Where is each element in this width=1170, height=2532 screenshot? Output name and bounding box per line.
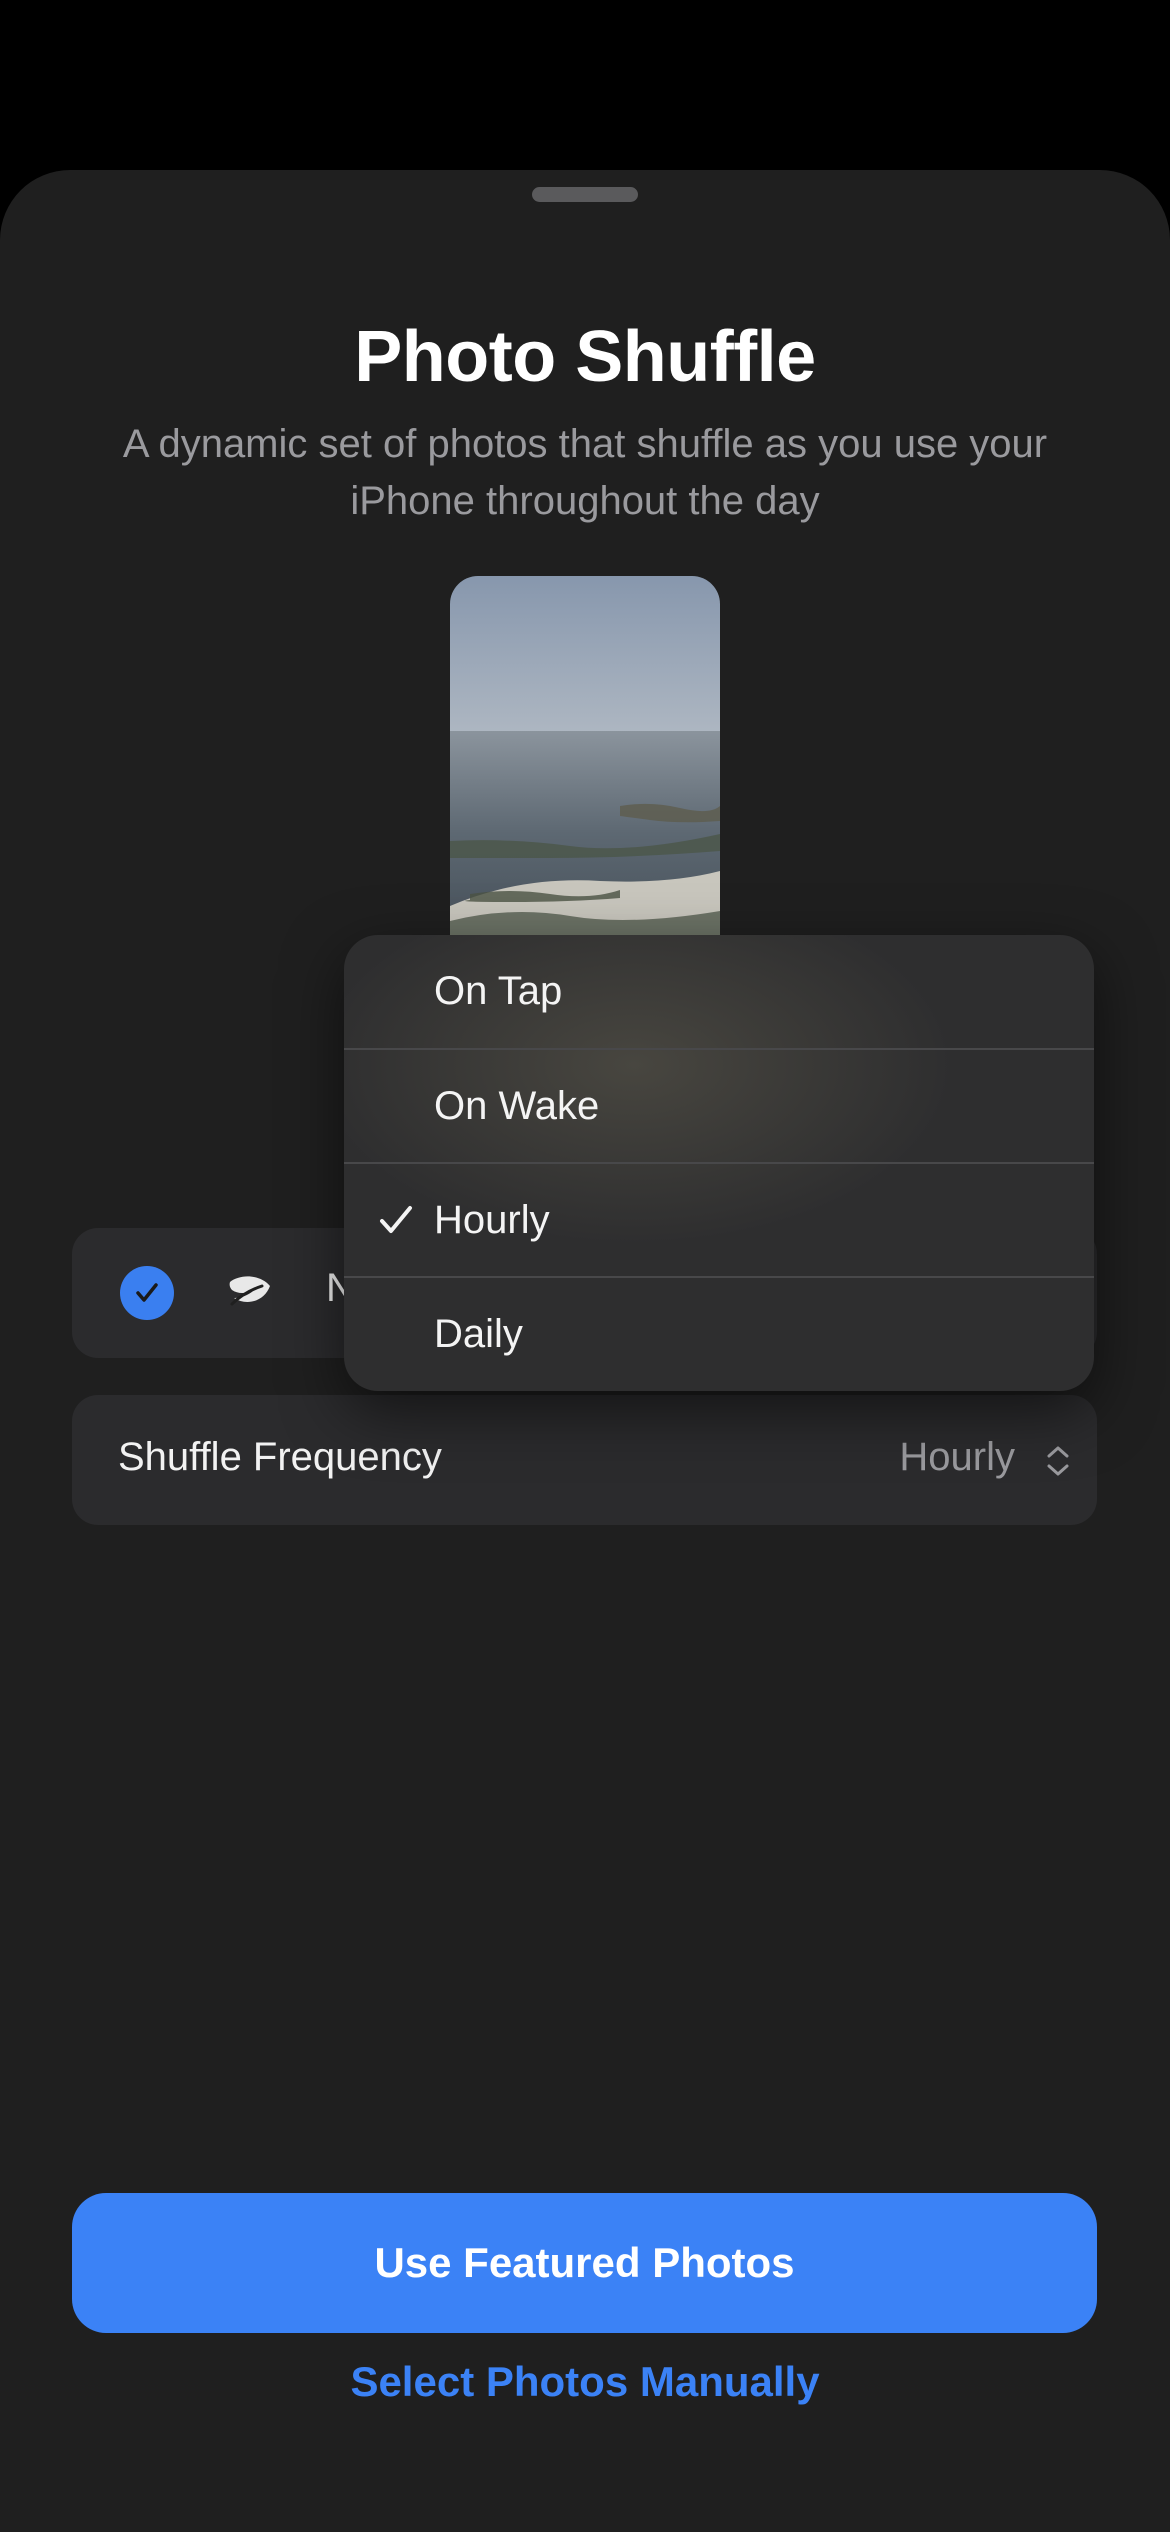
selected-check-icon[interactable] [120,1266,174,1320]
menu-item-label: On Tap [434,969,563,1013]
frequency-menu: On Tap On Wake Hourly Daily [344,935,1094,1391]
use-featured-photos-button[interactable]: Use Featured Photos [72,2193,1097,2333]
menu-item-label: Daily [434,1312,523,1356]
subtitle-line-1: A dynamic set of photos that shuffle as … [122,422,1048,466]
leaf-icon [229,1276,270,1306]
page-title: Photo Shuffle [354,317,816,397]
sheet-grabber[interactable] [532,187,638,202]
shuffle-frequency-value[interactable]: Hourly [899,1435,1015,1480]
subtitle-line-2: iPhone throughout the day [350,479,820,523]
sea-shore-photo [450,576,720,936]
menu-item-label: Hourly [434,1198,550,1242]
menu-item-on-wake[interactable]: On Wake [344,1050,1094,1164]
menu-item-daily[interactable]: Daily [344,1278,1094,1391]
menu-item-label: On Wake [434,1084,600,1128]
menu-item-hourly[interactable]: Hourly [344,1164,1094,1278]
chevron-up-down-icon [1047,1446,1069,1476]
shuffle-frequency-label: Shuffle Frequency [118,1435,442,1479]
menu-item-on-tap[interactable]: On Tap [344,935,1094,1049]
photo-shuffle-sheet: Photo Shuffle A dynamic set of photos th… [0,170,1170,2532]
page-subtitle: A dynamic set of photos that shuffle as … [60,416,1110,530]
shuffle-frequency-row[interactable]: Shuffle Frequency Hourly [72,1395,1097,1525]
checkmark-icon [380,1206,412,1233]
wallpaper-preview [450,576,720,936]
select-photos-manually-button[interactable]: Select Photos Manually [0,2358,1170,2406]
